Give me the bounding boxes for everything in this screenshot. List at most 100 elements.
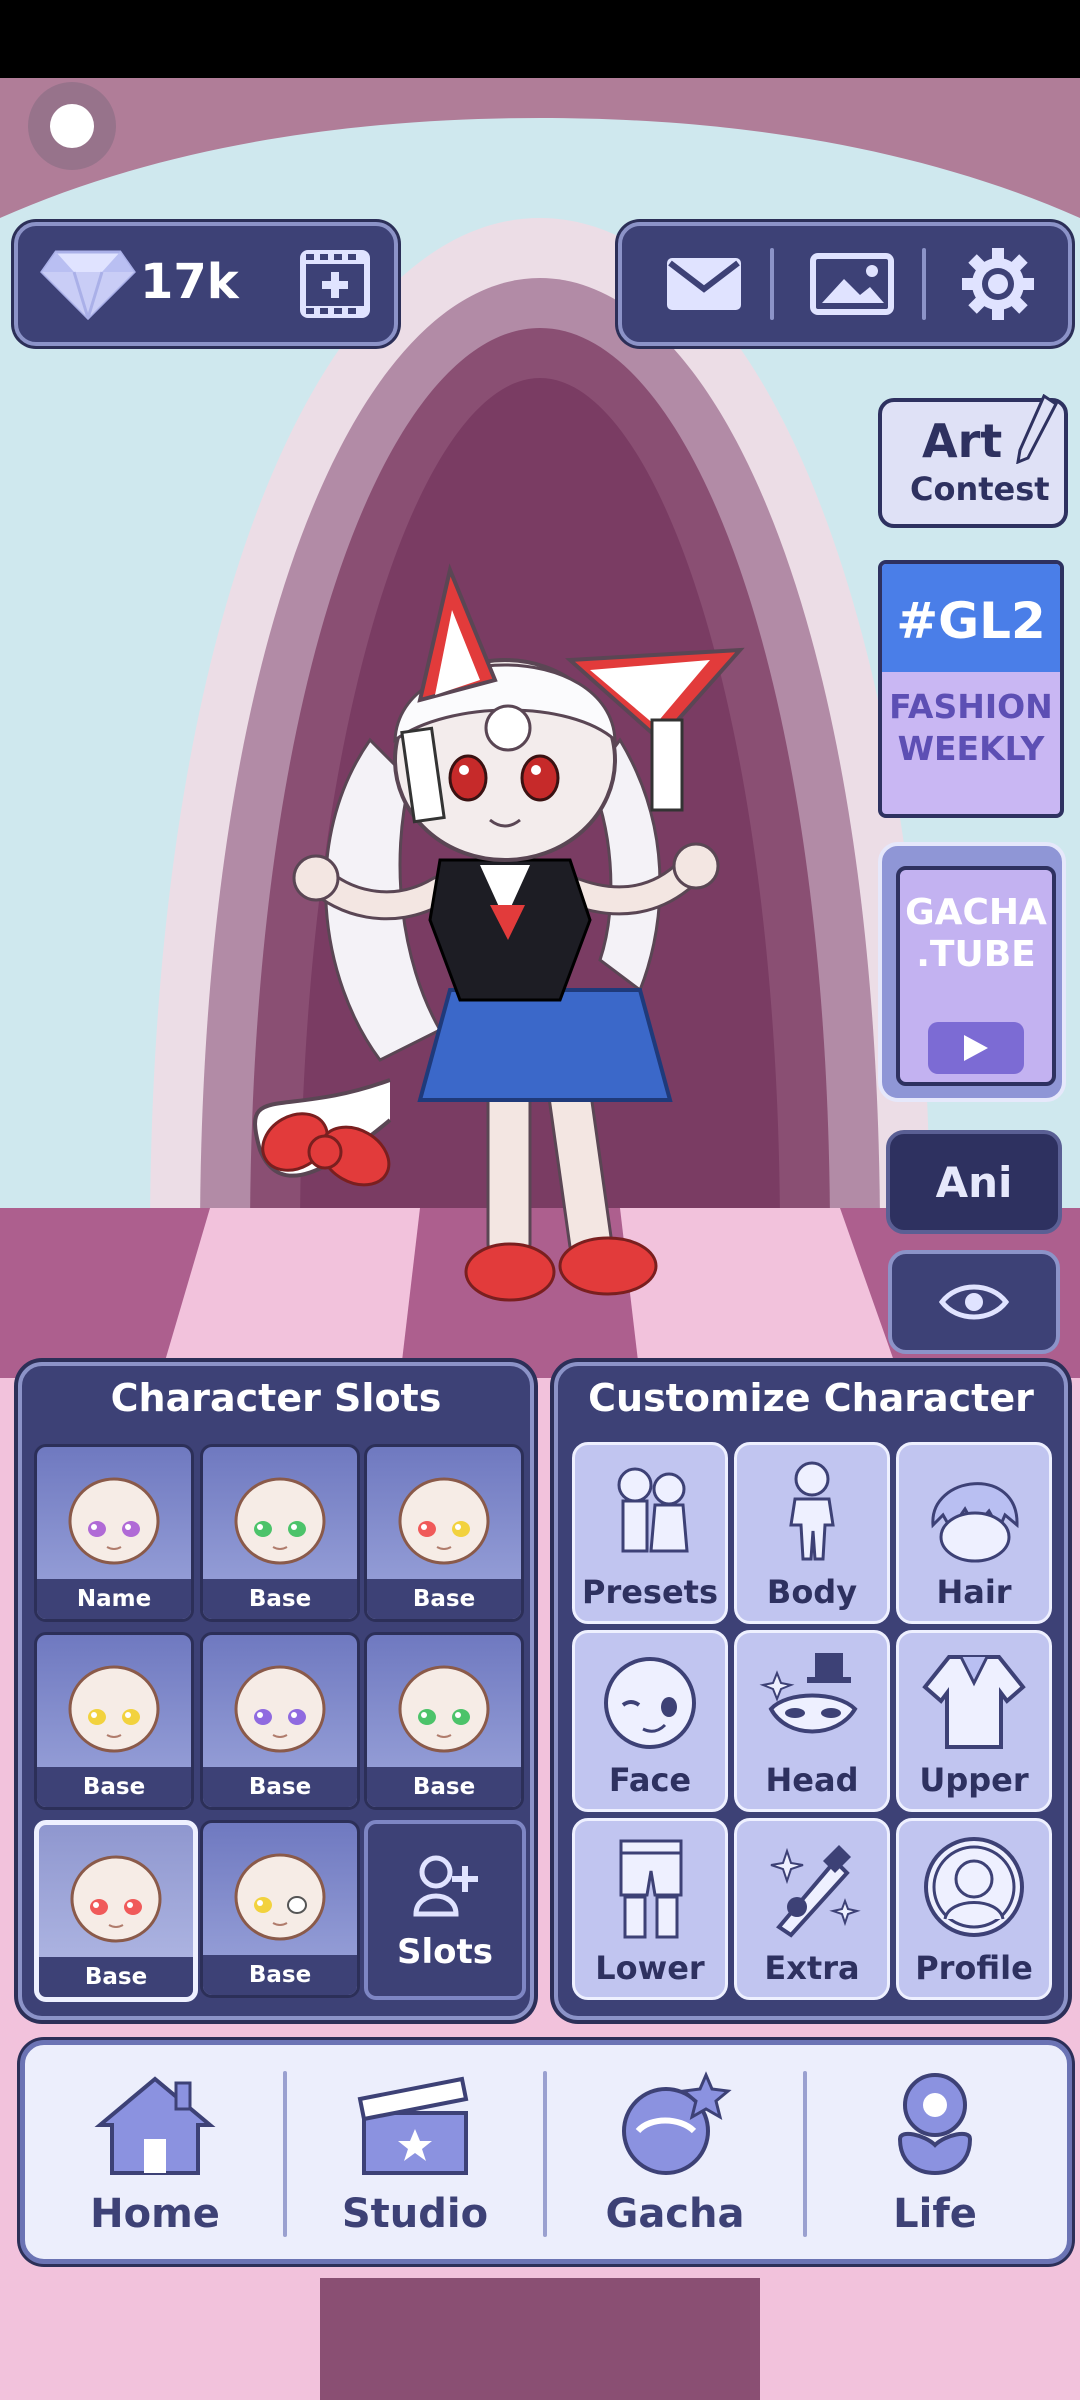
eye-icon[interactable] xyxy=(888,1250,1060,1354)
customize-extra-button[interactable]: Extra xyxy=(734,1818,890,2000)
gacha-tube-line2: .TUBE xyxy=(916,934,1036,975)
character-slot[interactable]: Name xyxy=(34,1444,194,1622)
customize-label: Presets xyxy=(581,1573,719,1611)
studio-icon xyxy=(350,2069,480,2179)
character-slot[interactable]: Base xyxy=(200,1820,360,1998)
slot-label: Base xyxy=(367,1579,521,1619)
slot-label: Base xyxy=(367,1767,521,1807)
bottom-nav: Home Studio Gacha Life xyxy=(20,2040,1072,2264)
add-slots-button[interactable]: Slots xyxy=(364,1820,526,2000)
slot-label: Base xyxy=(37,1767,191,1807)
life-icon xyxy=(870,2069,1000,2179)
slot-label: Base xyxy=(203,1767,357,1807)
slot-label: Base xyxy=(203,1955,357,1995)
lower-icon xyxy=(595,1831,705,1943)
nav-home[interactable]: Home xyxy=(25,2045,285,2259)
status-bar xyxy=(0,0,1080,78)
slot-face-icon xyxy=(397,1657,491,1753)
body-icon xyxy=(757,1455,867,1567)
customize-profile-button[interactable]: Profile xyxy=(896,1818,1052,2000)
gl2-fashion-weekly-button[interactable]: #GL2 FASHION WEEKLY xyxy=(878,560,1064,818)
nav-label: Home xyxy=(90,2191,220,2237)
nav-label: Life xyxy=(893,2191,977,2237)
art-contest-line1: Art xyxy=(922,414,1003,468)
play-icon xyxy=(928,1022,1024,1074)
extra-icon xyxy=(757,1831,867,1943)
slot-face-icon xyxy=(67,1657,161,1753)
face-icon xyxy=(595,1643,705,1755)
gacha-icon xyxy=(610,2069,740,2179)
character-figure[interactable] xyxy=(240,560,760,1340)
slot-label: Base xyxy=(203,1579,357,1619)
upper-icon xyxy=(919,1643,1029,1755)
character-slot[interactable]: Base xyxy=(34,1820,198,2002)
slot-label: Base xyxy=(39,1957,193,1997)
art-contest-line2: Contest xyxy=(910,470,1050,508)
ani-button[interactable]: Ani xyxy=(886,1130,1062,1234)
gl2-subtitle-line1: FASHION xyxy=(889,687,1053,726)
gl2-title: #GL2 xyxy=(896,592,1046,650)
currency-bar: 17k xyxy=(14,222,398,346)
nav-label: Studio xyxy=(341,2191,489,2237)
currency-value: 17k xyxy=(140,254,239,310)
nav-life[interactable]: Life xyxy=(805,2045,1065,2259)
gacha-tube-button[interactable]: GACHA .TUBE xyxy=(878,842,1066,1102)
gl2-subtitle-line2: WEEKLY xyxy=(897,729,1045,768)
gallery-icon[interactable] xyxy=(792,240,912,328)
customize-label: Profile xyxy=(915,1949,1033,1987)
slot-face-icon xyxy=(69,1847,163,1943)
customize-character-title: Customize Character xyxy=(588,1376,1034,1420)
slot-label: Name xyxy=(37,1579,191,1619)
character-slots-panel: Character Slots Name Base Base Base Base xyxy=(18,1362,534,2020)
presets-icon xyxy=(595,1455,705,1567)
head-icon xyxy=(757,1643,867,1755)
gacha-tube-line1: GACHA xyxy=(905,892,1047,933)
profile-icon xyxy=(919,1831,1029,1943)
customize-lower-button[interactable]: Lower xyxy=(572,1818,728,2000)
top-icon-bar xyxy=(618,222,1072,346)
diamond-icon xyxy=(40,250,136,320)
home-icon xyxy=(90,2069,220,2179)
character-slot[interactable]: Base xyxy=(364,1632,524,1810)
slot-face-icon xyxy=(397,1469,491,1565)
customize-label: Body xyxy=(766,1573,858,1611)
customize-presets-button[interactable]: Presets xyxy=(572,1442,728,1624)
customize-body-button[interactable]: Body xyxy=(734,1442,890,1624)
nav-studio[interactable]: Studio xyxy=(285,2045,545,2259)
slot-face-icon xyxy=(233,1657,327,1753)
pencil-icon xyxy=(1016,394,1058,464)
slot-face-icon xyxy=(67,1469,161,1565)
settings-icon[interactable] xyxy=(938,240,1058,328)
slot-face-icon xyxy=(233,1845,327,1941)
nav-divider xyxy=(543,2071,547,2237)
gacha-tube-title: GACHA .TUBE xyxy=(900,892,1052,976)
customize-upper-button[interactable]: Upper xyxy=(896,1630,1052,1812)
nav-divider xyxy=(283,2071,287,2237)
customize-label: Upper xyxy=(919,1761,1029,1799)
customize-label: Head xyxy=(765,1761,859,1799)
customize-label: Hair xyxy=(936,1573,1012,1611)
character-slot[interactable]: Base xyxy=(34,1632,194,1810)
character-slot[interactable]: Base xyxy=(364,1444,524,1622)
nav-label: Gacha xyxy=(605,2191,745,2237)
slot-face-icon xyxy=(233,1469,327,1565)
customize-face-button[interactable]: Face xyxy=(572,1630,728,1812)
customize-label: Face xyxy=(608,1761,692,1799)
customize-head-button[interactable]: Head xyxy=(734,1630,890,1812)
mail-icon[interactable] xyxy=(644,240,764,328)
hair-icon xyxy=(919,1455,1029,1567)
art-contest-button[interactable]: Art Contest xyxy=(878,394,1068,528)
add-video-icon[interactable] xyxy=(296,246,374,322)
customize-label: Extra xyxy=(764,1949,860,1987)
customize-character-panel: Customize Character Presets Body Hair Face H… xyxy=(554,1362,1068,2020)
character-slot[interactable]: Base xyxy=(200,1632,360,1810)
customize-label: Lower xyxy=(595,1949,705,1987)
customize-hair-button[interactable]: Hair xyxy=(896,1442,1052,1624)
add-user-icon xyxy=(413,1855,478,1917)
nav-gacha[interactable]: Gacha xyxy=(545,2045,805,2259)
add-slots-label: Slots xyxy=(397,1932,493,1972)
gl2-subtitle: FASHION WEEKLY xyxy=(882,686,1060,770)
character-slots-title: Character Slots xyxy=(110,1376,442,1420)
character-slot[interactable]: Base xyxy=(200,1444,360,1622)
nav-divider xyxy=(803,2071,807,2237)
